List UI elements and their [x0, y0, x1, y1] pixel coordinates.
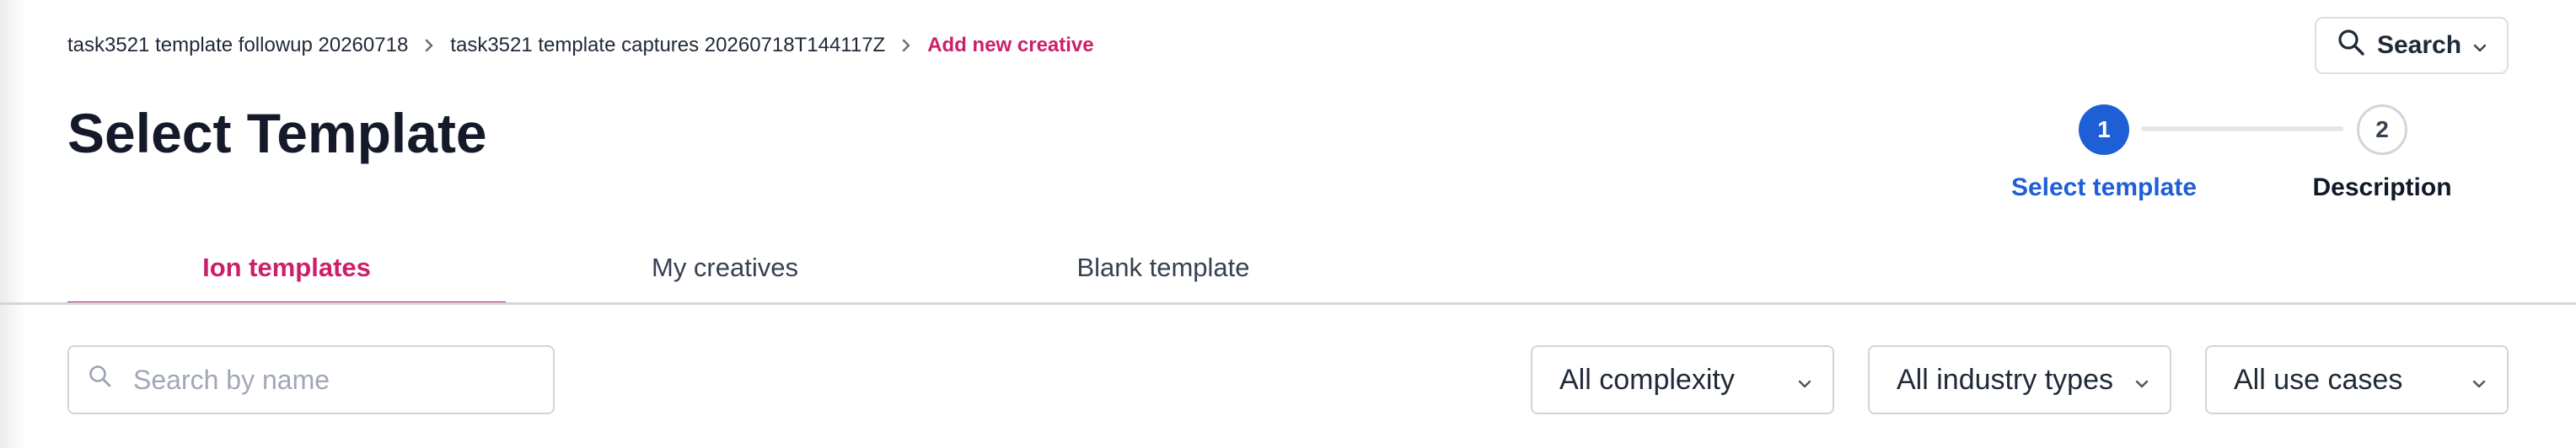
- search-button-label: Search: [2376, 31, 2462, 59]
- step-1-indicator[interactable]: 1: [2079, 104, 2129, 155]
- chevron-down-icon: [2134, 364, 2149, 397]
- step-2-label[interactable]: Description: [2256, 173, 2509, 202]
- search-icon: [88, 364, 113, 393]
- tab-ion-templates[interactable]: Ion templates: [67, 244, 506, 305]
- breadcrumb-item-project[interactable]: task3521 template followup 20260718: [67, 34, 408, 57]
- tab-my-creatives[interactable]: My creatives: [506, 244, 944, 305]
- tab-blank-template[interactable]: Blank template: [944, 244, 1382, 305]
- use-cases-select-value: All use cases: [2234, 363, 2403, 396]
- step-1-label[interactable]: Select template: [1978, 173, 2230, 202]
- chevron-down-icon: [2473, 31, 2487, 60]
- breadcrumb: task3521 template followup 20260718 task…: [67, 32, 1094, 59]
- page-title: Select Template: [67, 102, 487, 164]
- industry-select-value: All industry types: [1897, 363, 2113, 396]
- left-edge-shadow: [0, 0, 25, 448]
- complexity-select-value: All complexity: [1559, 363, 1735, 396]
- use-cases-select[interactable]: All use cases: [2205, 345, 2509, 414]
- search-field: [67, 345, 555, 414]
- chevron-right-icon: [900, 38, 912, 53]
- search-icon: [2337, 28, 2365, 63]
- tabs-divider: [0, 302, 2576, 305]
- page: task3521 template followup 20260718 task…: [0, 0, 2576, 448]
- chevron-right-icon: [423, 38, 435, 53]
- search-button[interactable]: Search: [2315, 17, 2509, 74]
- chevron-down-icon: [2471, 364, 2487, 397]
- chevron-down-icon: [1797, 364, 1812, 397]
- breadcrumb-current: Add new creative: [927, 34, 1094, 56]
- stepper-connector: [2141, 126, 2343, 131]
- search-input[interactable]: [133, 347, 538, 413]
- complexity-select[interactable]: All complexity: [1531, 345, 1834, 414]
- step-2-indicator[interactable]: 2: [2357, 104, 2407, 155]
- breadcrumb-item-captures[interactable]: task3521 template captures 20260718T1441…: [450, 34, 885, 57]
- template-tabs: Ion templates My creatives Blank templat…: [67, 244, 1382, 305]
- industry-select[interactable]: All industry types: [1868, 345, 2171, 414]
